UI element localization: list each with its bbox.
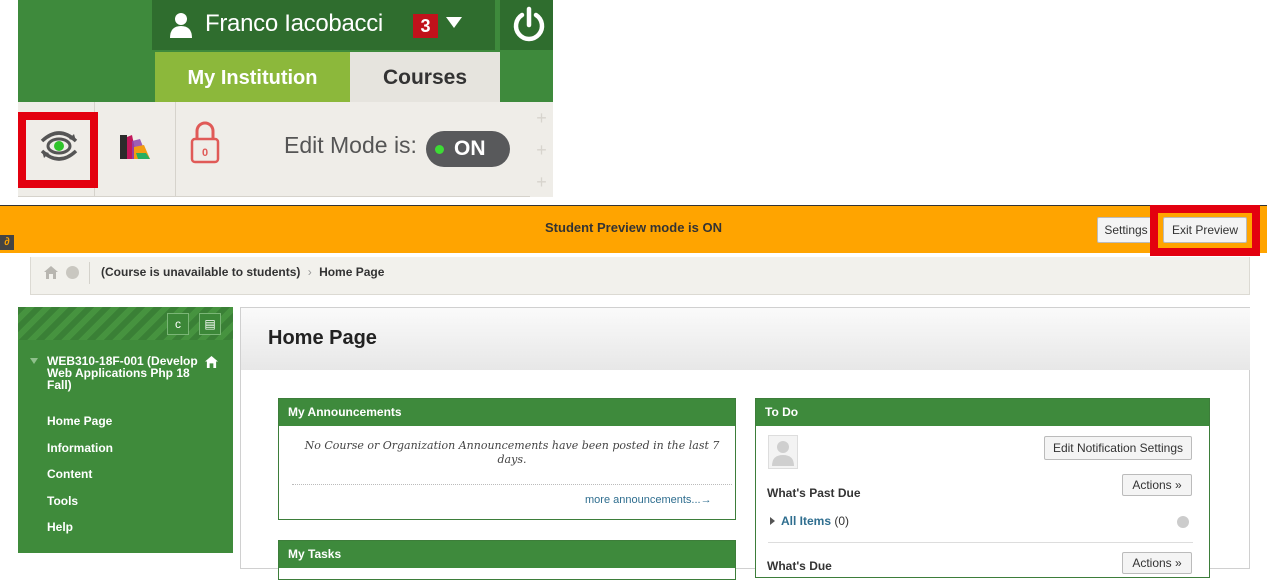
- announcements-empty-text: No Course or Organization Announcements …: [304, 439, 720, 466]
- tab-my-institution[interactable]: My Institution: [155, 52, 350, 104]
- breadcrumb-course[interactable]: (Course is unavailable to students): [101, 265, 300, 279]
- more-announcements-link[interactable]: more announcements...→: [585, 494, 712, 506]
- breadcrumb-trail: (Course is unavailable to students) › Ho…: [101, 265, 384, 279]
- edit-notification-settings-button[interactable]: Edit Notification Settings: [1044, 436, 1192, 460]
- module-title[interactable]: To Do: [756, 399, 1209, 426]
- actions-button[interactable]: Actions »: [1122, 474, 1192, 496]
- collapse-arrow-icon[interactable]: [30, 358, 38, 364]
- notification-badge[interactable]: 3: [413, 14, 438, 38]
- menu-item-help[interactable]: Help: [47, 520, 73, 534]
- menu-item-tools[interactable]: Tools: [47, 494, 78, 508]
- user-icon: [772, 441, 794, 466]
- theme-color-icon[interactable]: [120, 131, 150, 161]
- toolbar-filler: + + +: [530, 102, 553, 197]
- folder-view-icon[interactable]: ▤: [199, 313, 221, 335]
- lock-count: 0: [202, 147, 208, 159]
- breadcrumb-current: Home Page: [319, 265, 385, 279]
- header-crop: Franco Iacobacci 3 My Institution Course…: [18, 0, 553, 200]
- refresh-icon[interactable]: c: [167, 313, 189, 335]
- course-menu: [18, 307, 233, 553]
- breadcrumb-menu-icon[interactable]: [66, 266, 79, 279]
- menu-item-home-page[interactable]: Home Page: [47, 414, 112, 428]
- student-preview-bar: Student Preview mode is ON: [0, 205, 1267, 253]
- user-name[interactable]: Franco Iacobacci: [205, 10, 383, 38]
- toolbar-divider: [175, 102, 176, 197]
- menu-item-content[interactable]: Content: [47, 467, 92, 481]
- page-header: [241, 308, 1250, 370]
- breadcrumb-separator: ›: [307, 265, 312, 279]
- student-preview-icon[interactable]: [38, 127, 80, 165]
- course-title[interactable]: WEB310-18F-001 (Develop Web Applications…: [47, 355, 207, 391]
- options-icon[interactable]: [1177, 516, 1189, 528]
- page-title: Home Page: [268, 327, 377, 349]
- tasks-module: My Tasks: [278, 540, 736, 580]
- due-heading: What's Due: [767, 559, 832, 573]
- lock-icon[interactable]: 0: [190, 120, 220, 164]
- tab-courses[interactable]: Courses: [350, 52, 500, 104]
- chevron-down-icon[interactable]: [446, 17, 462, 28]
- preview-message: Student Preview mode is ON: [545, 220, 722, 235]
- module-title[interactable]: My Tasks: [279, 541, 735, 568]
- divider: [0, 205, 1267, 206]
- home-icon[interactable]: [44, 266, 58, 279]
- past-due-heading: What's Past Due: [767, 486, 861, 500]
- toggle-on-indicator: [435, 145, 444, 154]
- actions-button[interactable]: Actions »: [1122, 552, 1192, 574]
- edit-mode-label: Edit Mode is:: [284, 132, 417, 158]
- module-title[interactable]: My Announcements: [279, 399, 735, 426]
- highlight-box: [1150, 205, 1260, 256]
- all-items-count: (0): [834, 514, 850, 528]
- avatar: [768, 435, 798, 469]
- link-icon[interactable]: ∂: [0, 235, 14, 250]
- menu-item-information[interactable]: Information: [47, 441, 113, 455]
- power-icon[interactable]: [511, 6, 547, 44]
- user-icon: [170, 13, 192, 38]
- all-items-label[interactable]: All Items: [781, 514, 831, 528]
- course-home-icon[interactable]: [205, 356, 218, 368]
- all-items-toggle[interactable]: All Items (0): [770, 514, 849, 528]
- expand-arrow-icon: [770, 517, 775, 525]
- settings-button[interactable]: Settings: [1097, 217, 1155, 243]
- divider: [768, 542, 1193, 543]
- divider: [89, 262, 90, 284]
- divider: [292, 484, 732, 485]
